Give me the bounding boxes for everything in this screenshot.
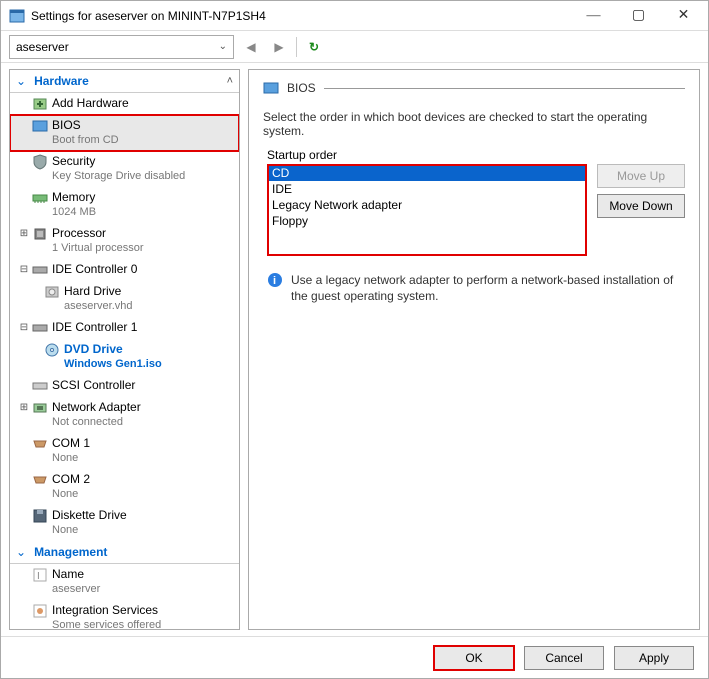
nav-forward-button[interactable]: ▶	[268, 36, 290, 58]
chevron-down-icon: ⌄	[219, 41, 227, 52]
bios-icon	[32, 118, 48, 134]
shield-icon	[32, 154, 48, 170]
hard-drive-icon	[44, 284, 60, 300]
info-text: Use a legacy network adapter to perform …	[291, 272, 681, 304]
processor-icon	[32, 226, 48, 242]
group-hardware[interactable]: ⌄ Hardware ˄	[10, 70, 239, 93]
settings-icon	[9, 8, 25, 24]
sidebar-item-hard-drive[interactable]: Hard Driveaseserver.vhd	[10, 281, 239, 317]
collapse-icon[interactable]: ⊟	[18, 320, 30, 335]
network-icon	[32, 400, 48, 416]
chevron-down-icon: ⌄	[16, 545, 26, 559]
sidebar-item-ide1[interactable]: ⊟ IDE Controller 1	[10, 317, 239, 339]
sidebar-item-com1[interactable]: COM 1None	[10, 433, 239, 469]
divider	[324, 88, 685, 89]
content-title: BIOS	[287, 81, 316, 95]
toolbar: aseserver ⌄ ◀ ▶ ↻	[1, 31, 708, 63]
bios-icon	[263, 80, 279, 96]
vm-select-value: aseserver	[16, 40, 69, 54]
startup-order-list[interactable]: CD IDE Legacy Network adapter Floppy	[267, 164, 587, 256]
name-icon: I	[32, 567, 48, 583]
list-item-legacy-net[interactable]: Legacy Network adapter	[268, 197, 586, 213]
close-button[interactable]: ✕	[661, 2, 706, 30]
sidebar-item-memory[interactable]: Memory1024 MB	[10, 187, 239, 223]
group-management[interactable]: ⌄ Management	[10, 541, 239, 564]
vm-select[interactable]: aseserver ⌄	[9, 35, 234, 59]
cancel-button[interactable]: Cancel	[524, 646, 604, 670]
sidebar-item-scsi[interactable]: SCSI Controller	[10, 375, 239, 397]
move-up-button[interactable]: Move Up	[597, 164, 685, 188]
sidebar-item-add-hardware[interactable]: Add Hardware	[10, 93, 239, 115]
add-hardware-icon	[32, 96, 48, 112]
memory-icon	[32, 190, 48, 206]
list-item-floppy[interactable]: Floppy	[268, 213, 586, 229]
footer: OK Cancel Apply	[1, 636, 708, 678]
com-port-icon	[32, 472, 48, 488]
scsi-icon	[32, 378, 48, 394]
scroll-up-icon: ˄	[227, 75, 233, 87]
sidebar-item-processor[interactable]: ⊞ Processor1 Virtual processor	[10, 223, 239, 259]
refresh-button[interactable]: ↻	[303, 36, 325, 58]
integration-icon	[32, 603, 48, 619]
com-port-icon	[32, 436, 48, 452]
controller-icon	[32, 262, 48, 278]
sidebar-item-com2[interactable]: COM 2None	[10, 469, 239, 505]
chevron-down-icon: ⌄	[16, 74, 26, 88]
svg-text:I: I	[37, 571, 40, 582]
ok-button[interactable]: OK	[434, 646, 514, 670]
minimize-button[interactable]: —	[571, 2, 616, 30]
collapse-icon[interactable]: ⊟	[18, 262, 30, 277]
dvd-icon	[44, 342, 60, 358]
expand-icon[interactable]: ⊞	[18, 400, 30, 415]
startup-order-label: Startup order	[267, 148, 685, 162]
window-title: Settings for aseserver on MININT-N7P1SH4	[31, 9, 571, 23]
sidebar-item-diskette[interactable]: Diskette DriveNone	[10, 505, 239, 541]
sidebar-item-name[interactable]: I Nameaseserver	[10, 564, 239, 600]
list-item-cd[interactable]: CD	[268, 165, 586, 181]
sidebar-item-ide0[interactable]: ⊟ IDE Controller 0	[10, 259, 239, 281]
sidebar-item-bios[interactable]: BIOSBoot from CD	[10, 115, 239, 151]
info-icon: i	[267, 272, 283, 288]
sidebar-item-network[interactable]: ⊞ Network AdapterNot connected	[10, 397, 239, 433]
apply-button[interactable]: Apply	[614, 646, 694, 670]
content-pane: BIOS Select the order in which boot devi…	[248, 69, 700, 630]
sidebar-item-dvd-drive[interactable]: DVD DriveWindows Gen1.iso	[10, 339, 239, 375]
sidebar-item-security[interactable]: SecurityKey Storage Drive disabled	[10, 151, 239, 187]
sidebar-item-integration[interactable]: Integration ServicesSome services offere…	[10, 600, 239, 630]
controller-icon	[32, 320, 48, 336]
diskette-icon	[32, 508, 48, 524]
list-item-ide[interactable]: IDE	[268, 181, 586, 197]
content-description: Select the order in which boot devices a…	[263, 110, 685, 138]
titlebar: Settings for aseserver on MININT-N7P1SH4…	[1, 1, 708, 31]
nav-back-button[interactable]: ◀	[240, 36, 262, 58]
maximize-button[interactable]: ▢	[616, 2, 661, 30]
expand-icon[interactable]: ⊞	[18, 226, 30, 241]
sidebar: ⌄ Hardware ˄ Add Hardware BIOSBoot from …	[9, 69, 240, 630]
svg-text:i: i	[273, 275, 276, 287]
move-down-button[interactable]: Move Down	[597, 194, 685, 218]
